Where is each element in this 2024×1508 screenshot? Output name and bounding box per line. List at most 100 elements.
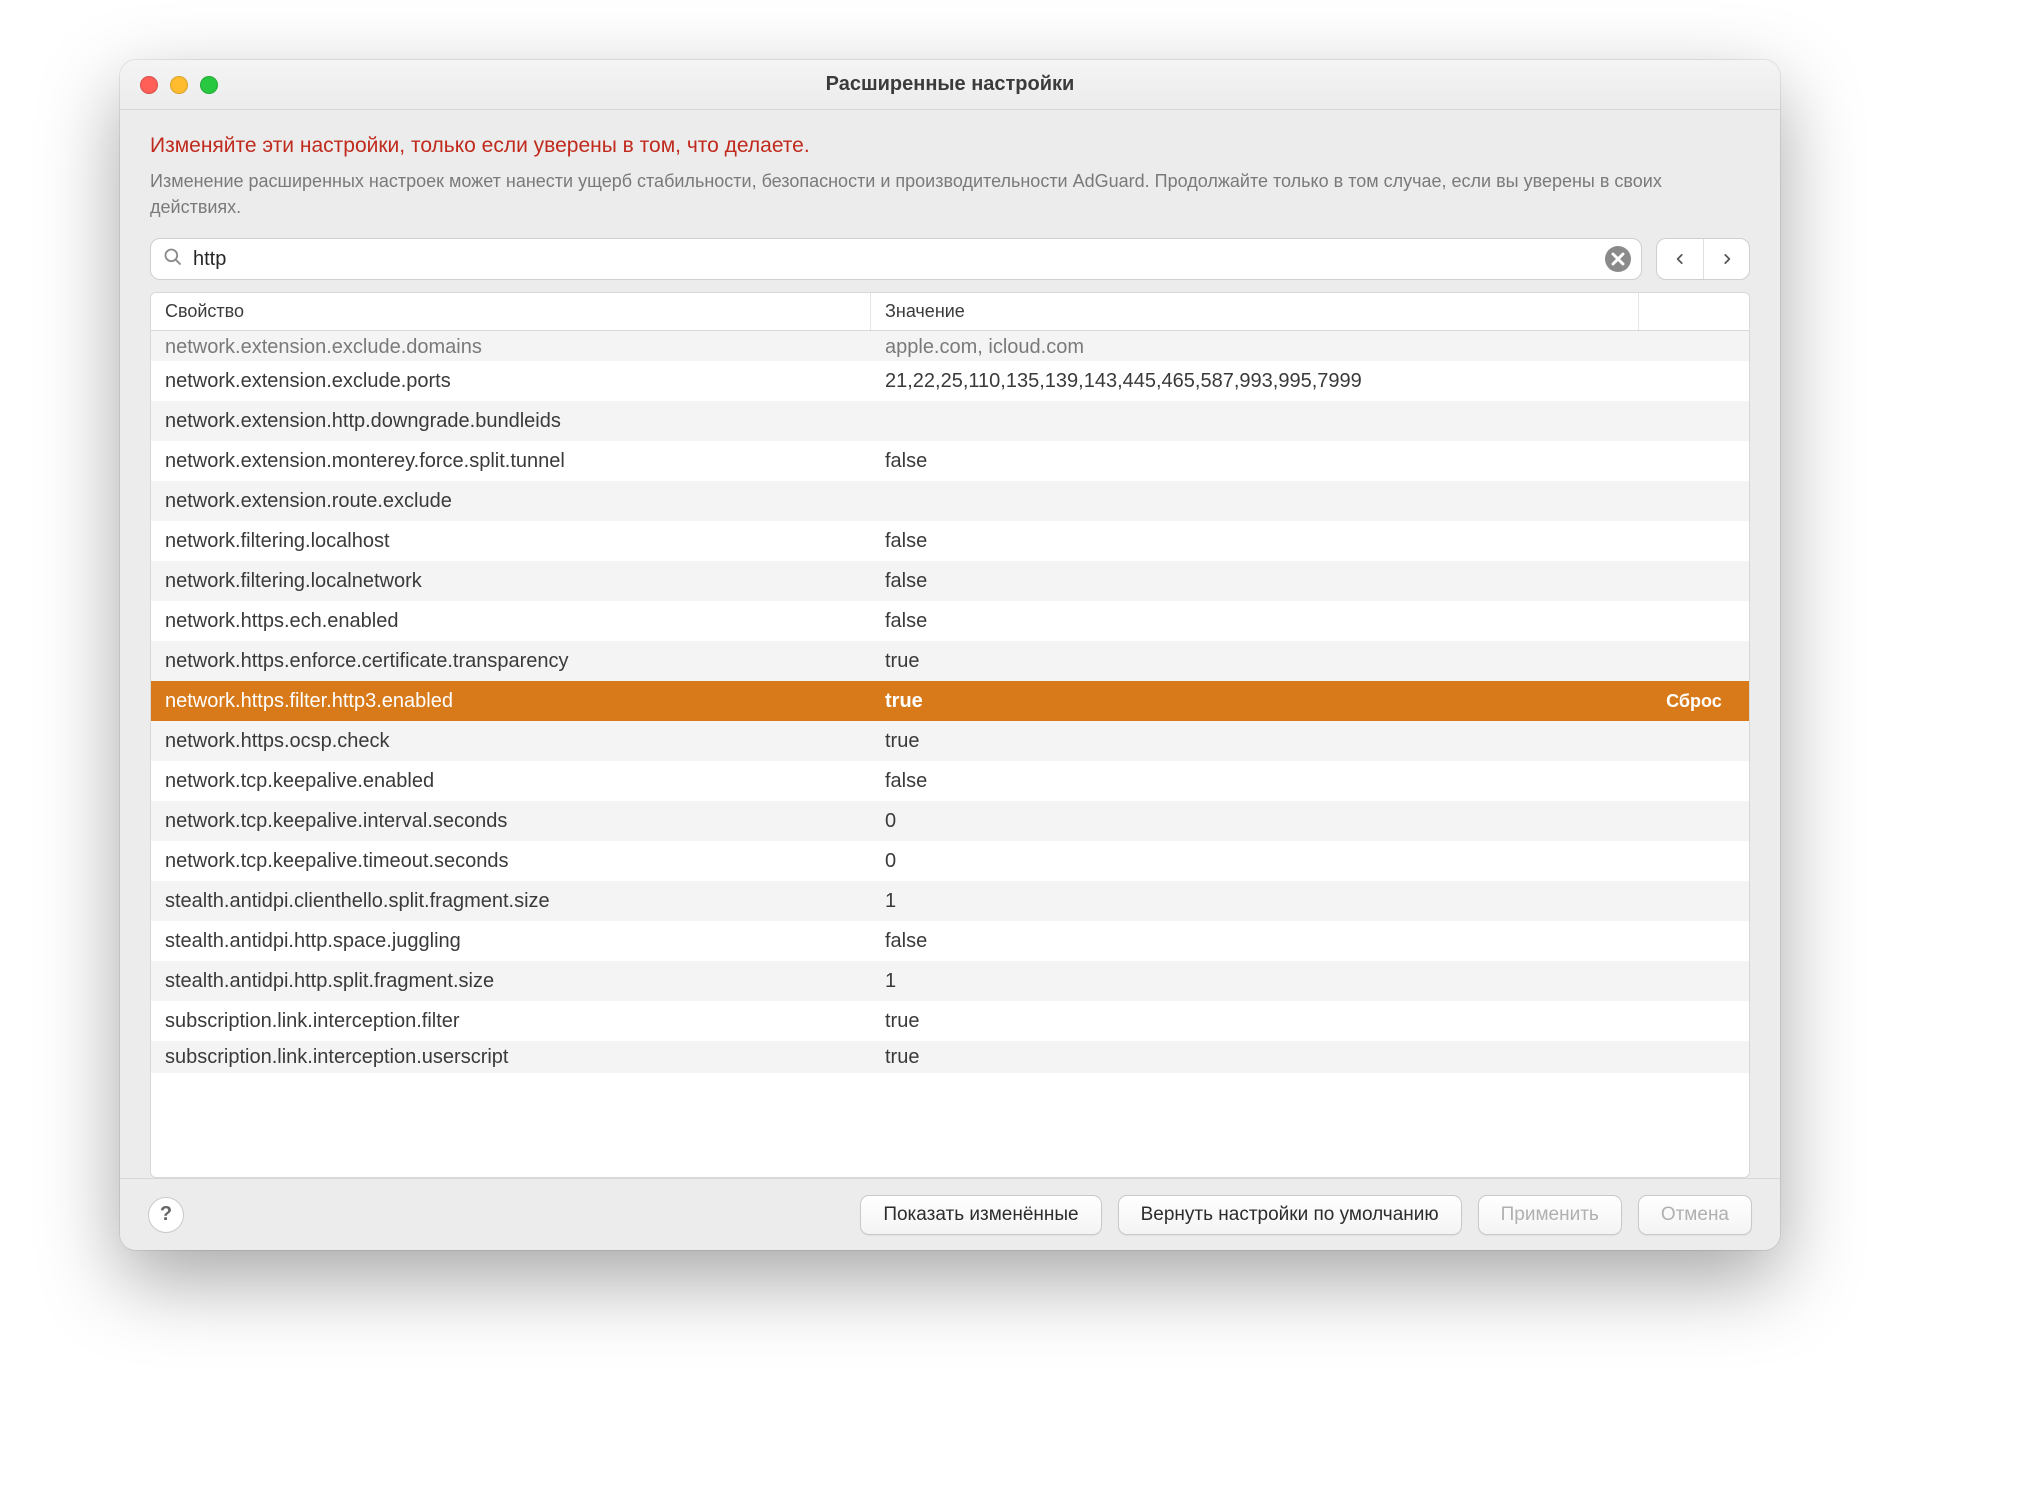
table-row[interactable]: subscription.link.interception.userscrip… [151, 1041, 1749, 1073]
cancel-button[interactable]: Отмена [1638, 1195, 1752, 1235]
property-cell: stealth.antidpi.http.split.fragment.size [151, 961, 871, 1001]
clear-search-button[interactable] [1605, 246, 1631, 272]
apply-button[interactable]: Применить [1478, 1195, 1622, 1235]
reset-cell [1639, 801, 1749, 841]
value-cell[interactable]: true [871, 1041, 1639, 1073]
titlebar: Расширенные настройки [120, 60, 1780, 110]
reset-cell [1639, 641, 1749, 681]
close-window-button[interactable] [140, 76, 158, 94]
value-cell[interactable] [871, 401, 1639, 441]
table-row[interactable]: network.tcp.keepalive.enabledfalse [151, 761, 1749, 801]
warning-title: Изменяйте эти настройки, только если уве… [150, 134, 1750, 158]
col-reset-header [1639, 293, 1749, 330]
table-row[interactable]: stealth.antidpi.http.space.jugglingfalse [151, 921, 1749, 961]
value-cell[interactable]: false [871, 561, 1639, 601]
property-cell: network.tcp.keepalive.enabled [151, 761, 871, 801]
table-row[interactable]: network.filtering.localnetworkfalse [151, 561, 1749, 601]
search-input[interactable] [193, 248, 1595, 271]
property-cell: network.https.ech.enabled [151, 601, 871, 641]
table-row[interactable]: network.https.enforce.certificate.transp… [151, 641, 1749, 681]
reset-cell [1639, 1001, 1749, 1041]
value-cell[interactable]: true [871, 641, 1639, 681]
value-cell[interactable]: 21,22,25,110,135,139,143,445,465,587,993… [871, 361, 1639, 401]
table-row[interactable]: network.extension.monterey.force.split.t… [151, 441, 1749, 481]
value-cell[interactable]: 1 [871, 881, 1639, 921]
reset-cell [1639, 721, 1749, 761]
property-cell: stealth.antidpi.http.space.juggling [151, 921, 871, 961]
nav-buttons [1656, 238, 1750, 280]
table-row[interactable]: network.tcp.keepalive.interval.seconds0 [151, 801, 1749, 841]
reset-cell[interactable]: Сброс [1639, 681, 1749, 721]
value-cell[interactable]: 0 [871, 841, 1639, 881]
maximize-window-button[interactable] [200, 76, 218, 94]
value-cell[interactable]: true [871, 1001, 1639, 1041]
value-cell[interactable]: 1 [871, 961, 1639, 1001]
value-cell[interactable]: false [871, 921, 1639, 961]
footer: ? Показать изменённые Вернуть настройки … [120, 1178, 1780, 1250]
table-row[interactable]: network.extension.exclude.domainsapple.c… [151, 331, 1749, 361]
property-cell: network.extension.exclude.ports [151, 361, 871, 401]
show-changed-button[interactable]: Показать изменённые [860, 1195, 1101, 1235]
help-button[interactable]: ? [148, 1197, 184, 1233]
reset-cell [1639, 441, 1749, 481]
reset-cell [1639, 521, 1749, 561]
next-result-button[interactable] [1703, 239, 1749, 279]
table-row[interactable]: network.https.ocsp.checktrue [151, 721, 1749, 761]
reset-cell [1639, 561, 1749, 601]
property-cell: network.https.enforce.certificate.transp… [151, 641, 871, 681]
reset-cell [1639, 961, 1749, 1001]
property-cell: network.https.filter.http3.enabled [151, 681, 871, 721]
col-property-header[interactable]: Свойство [151, 293, 871, 330]
prev-result-button[interactable] [1657, 239, 1703, 279]
reset-cell [1639, 921, 1749, 961]
search-icon [163, 247, 183, 272]
property-cell: stealth.antidpi.clienthello.split.fragme… [151, 881, 871, 921]
reset-cell [1639, 401, 1749, 441]
property-cell: network.extension.monterey.force.split.t… [151, 441, 871, 481]
reset-cell [1639, 841, 1749, 881]
property-cell: subscription.link.interception.userscrip… [151, 1041, 871, 1073]
property-cell: network.tcp.keepalive.timeout.seconds [151, 841, 871, 881]
table-row[interactable]: network.extension.route.exclude [151, 481, 1749, 521]
reset-cell [1639, 481, 1749, 521]
table-row[interactable]: subscription.link.interception.filtertru… [151, 1001, 1749, 1041]
table-header: Свойство Значение [151, 293, 1749, 331]
table-body: network.extension.exclude.domainsapple.c… [151, 331, 1749, 1177]
warning-subtitle: Изменение расширенных настроек может нан… [150, 168, 1750, 220]
property-cell: network.filtering.localnetwork [151, 561, 871, 601]
table-row[interactable]: stealth.antidpi.clienthello.split.fragme… [151, 881, 1749, 921]
table-row[interactable]: network.extension.http.downgrade.bundlei… [151, 401, 1749, 441]
value-cell[interactable]: apple.com, icloud.com [871, 331, 1639, 361]
value-cell[interactable]: true [871, 721, 1639, 761]
reset-cell [1639, 881, 1749, 921]
search-row [150, 238, 1750, 280]
value-cell[interactable]: true [871, 681, 1639, 721]
settings-table: Свойство Значение network.extension.excl… [150, 292, 1750, 1178]
table-row[interactable]: network.tcp.keepalive.timeout.seconds0 [151, 841, 1749, 881]
table-row[interactable]: network.filtering.localhostfalse [151, 521, 1749, 561]
value-cell[interactable]: false [871, 441, 1639, 481]
property-cell: network.filtering.localhost [151, 521, 871, 561]
content-area: Изменяйте эти настройки, только если уве… [120, 110, 1780, 1178]
col-value-header[interactable]: Значение [871, 293, 1639, 330]
minimize-window-button[interactable] [170, 76, 188, 94]
search-box[interactable] [150, 238, 1642, 280]
property-cell: network.tcp.keepalive.interval.seconds [151, 801, 871, 841]
property-cell: network.https.ocsp.check [151, 721, 871, 761]
value-cell[interactable] [871, 481, 1639, 521]
reset-cell [1639, 1041, 1749, 1073]
reset-cell [1639, 601, 1749, 641]
reset-defaults-button[interactable]: Вернуть настройки по умолчанию [1118, 1195, 1462, 1235]
property-cell: subscription.link.interception.filter [151, 1001, 871, 1041]
reset-cell [1639, 761, 1749, 801]
value-cell[interactable]: false [871, 521, 1639, 561]
value-cell[interactable]: 0 [871, 801, 1639, 841]
value-cell[interactable]: false [871, 601, 1639, 641]
table-row[interactable]: network.https.filter.http3.enabledtrueСб… [151, 681, 1749, 721]
table-row[interactable]: network.https.ech.enabledfalse [151, 601, 1749, 641]
value-cell[interactable]: false [871, 761, 1639, 801]
property-cell: network.extension.exclude.domains [151, 331, 871, 361]
reset-cell [1639, 331, 1749, 361]
table-row[interactable]: stealth.antidpi.http.split.fragment.size… [151, 961, 1749, 1001]
table-row[interactable]: network.extension.exclude.ports21,22,25,… [151, 361, 1749, 401]
